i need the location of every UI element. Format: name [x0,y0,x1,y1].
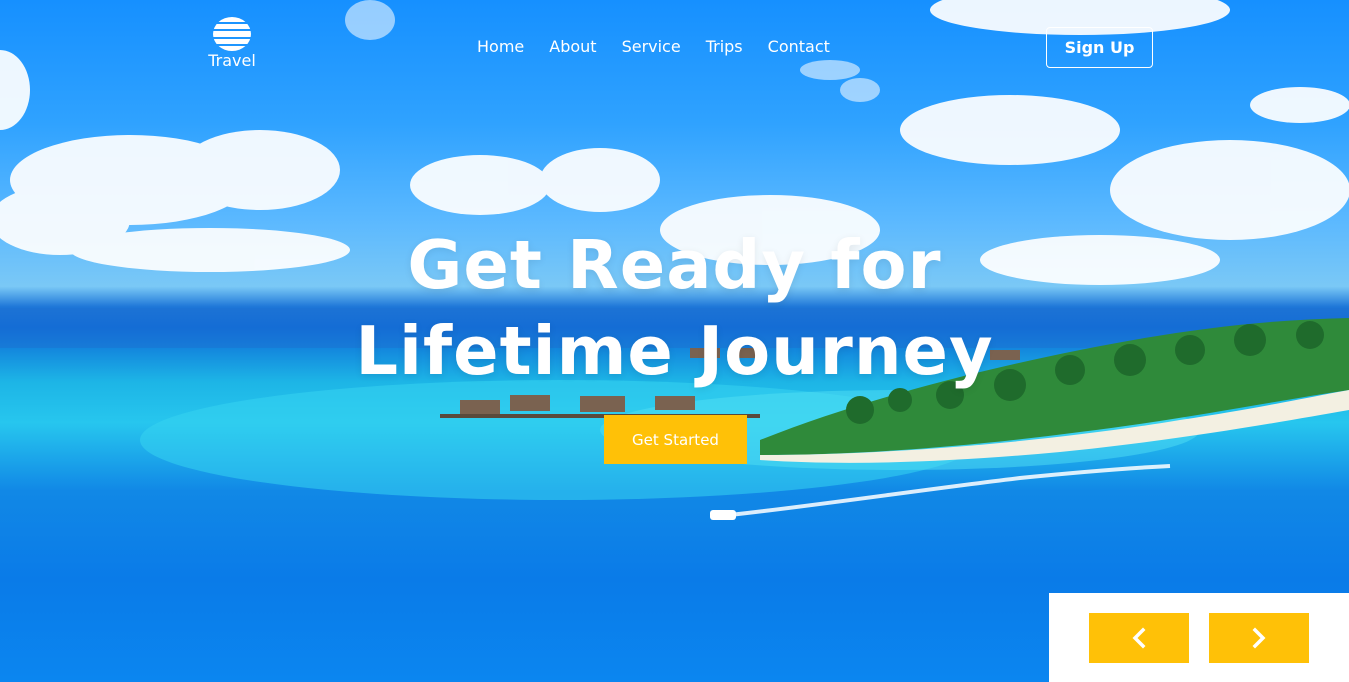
slider-controls [1049,593,1349,682]
slider-next-button[interactable] [1209,613,1309,663]
hero-title-line2: Lifetime Journey [355,312,994,390]
nav-item-trips[interactable]: Trips [706,36,743,58]
globe-icon [213,17,251,51]
chevron-left-icon [1132,627,1146,649]
nav-item-home[interactable]: Home [477,36,524,58]
slider-prev-button[interactable] [1089,613,1189,663]
signup-button[interactable]: Sign Up [1046,27,1153,68]
nav-item-service[interactable]: Service [622,36,681,58]
chevron-right-icon [1252,627,1266,649]
brand-name: Travel [208,51,256,70]
hero-title: Get Ready for Lifetime Journey [0,222,1349,394]
nav-item-about[interactable]: About [549,36,596,58]
brand-logo[interactable]: Travel [207,16,257,70]
hero-title-line1: Get Ready for [407,226,942,304]
get-started-button[interactable]: Get Started [604,415,747,464]
hero-section: Travel Home About Service Trips Contact … [0,0,1349,682]
main-nav: Home About Service Trips Contact [477,36,830,58]
nav-item-contact[interactable]: Contact [768,36,830,58]
